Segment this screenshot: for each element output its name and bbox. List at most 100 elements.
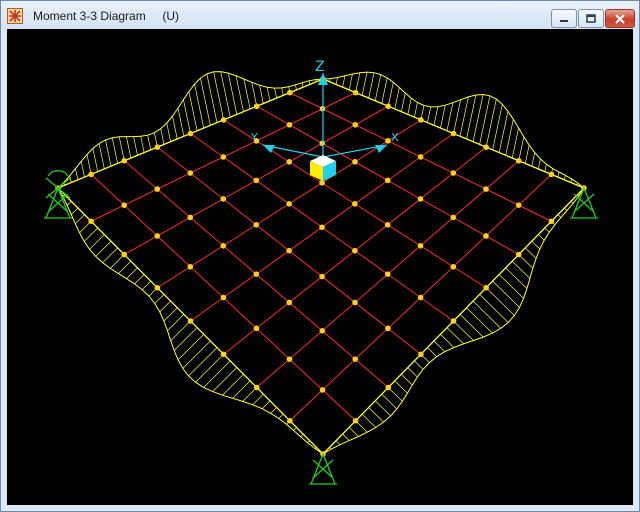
moment-hatch <box>361 413 377 428</box>
moment-hatch <box>252 393 264 406</box>
joint-dot <box>385 384 392 391</box>
moment-hatch <box>167 314 185 331</box>
moment-hatch <box>278 413 284 419</box>
moment-hatch <box>342 75 346 88</box>
moment-hatch <box>86 154 92 175</box>
joint-dot <box>121 251 128 258</box>
moment-hatch <box>266 87 271 101</box>
joint-dot <box>352 89 359 96</box>
maximize-button[interactable] <box>578 9 604 28</box>
moment-hatch <box>388 387 403 402</box>
moment-hatch <box>183 99 191 134</box>
joint-dot <box>253 384 260 391</box>
moment-hatch <box>141 280 151 290</box>
joint-dot <box>483 144 489 150</box>
moment-hatch <box>203 360 231 388</box>
moment-hatch <box>89 234 105 250</box>
joint-dot <box>220 351 227 358</box>
joint-dot <box>286 247 292 254</box>
moment-hatch <box>505 119 514 156</box>
joint-dot <box>319 328 326 334</box>
moment-hatch <box>538 234 545 241</box>
window-title: Moment 3-3 Diagram (U) <box>33 9 179 23</box>
moment-hatch <box>525 247 537 259</box>
moment-hatch <box>394 380 408 394</box>
minimize-button[interactable] <box>551 9 577 28</box>
moment-diagram-canvas[interactable]: Z Y X <box>7 29 633 505</box>
moment-hatch <box>368 72 375 99</box>
joint-dot <box>187 263 194 270</box>
moment-hatch <box>274 88 277 99</box>
moment-hatch <box>251 82 258 107</box>
joint-dot <box>154 144 161 150</box>
moment-hatch <box>498 274 524 299</box>
moment-diagram <box>57 71 585 455</box>
joint-dot <box>286 201 292 207</box>
joint-dot <box>515 157 522 164</box>
joint-dot <box>352 121 359 128</box>
moment-hatch <box>479 294 509 323</box>
title-bar[interactable]: Moment 3-3 Diagram (U) <box>1 1 639 29</box>
joint-dot <box>220 117 227 123</box>
moment-hatch <box>173 327 198 351</box>
window-title-text: Moment 3-3 Diagram <box>33 9 146 23</box>
moment-hatch <box>177 108 185 137</box>
moment-hatch <box>368 407 384 423</box>
joint-dot <box>286 299 293 306</box>
joint-dot <box>286 121 293 128</box>
joint-dot <box>88 218 94 225</box>
joint-dot <box>352 356 359 362</box>
joint-dot <box>483 284 489 291</box>
moment-hatch <box>348 74 353 90</box>
moment-hatch <box>348 427 359 437</box>
moment-hatch <box>505 267 528 289</box>
joint-dot <box>286 356 293 362</box>
joint-dot <box>483 186 489 192</box>
moment-hatch <box>242 387 257 402</box>
moment-hatch <box>194 84 205 129</box>
moment-hatch <box>524 145 530 164</box>
moment-hatch <box>220 71 231 118</box>
x-axis-label: X <box>391 131 399 144</box>
moment-hatch <box>374 400 391 417</box>
moment-hatch <box>126 267 138 279</box>
moment-hatch <box>433 340 446 352</box>
joint-dot <box>187 130 194 137</box>
moment-hatch <box>440 334 455 348</box>
moment-hatch <box>259 85 264 104</box>
app-window: Moment 3-3 Diagram (U) Z Y X <box>0 0 640 512</box>
joint-dot <box>450 318 457 324</box>
model-viewport[interactable]: Z Y X <box>7 29 633 505</box>
joint-dot <box>220 294 227 301</box>
moment-hatch <box>160 128 165 145</box>
joint-dot <box>352 201 358 207</box>
moment-hatch <box>427 347 437 357</box>
moment-hatch <box>105 139 112 167</box>
moment-hatch <box>177 334 204 361</box>
moment-hatch <box>66 201 72 206</box>
moment-hatch <box>301 82 304 88</box>
moment-hatch <box>71 207 79 215</box>
moment-hatch <box>440 105 446 129</box>
app-icon[interactable] <box>7 8 23 24</box>
moment-hatch <box>433 106 439 126</box>
joint-dot <box>385 103 392 110</box>
joint-dot <box>384 177 391 184</box>
close-button[interactable] <box>605 9 635 28</box>
joint-dot <box>286 159 293 165</box>
moment-hatch <box>159 300 171 313</box>
moment-hatch <box>459 96 469 137</box>
moment-hatch <box>75 168 79 180</box>
global-axes: Z Y X <box>250 59 399 181</box>
joint-dot <box>220 196 227 202</box>
joint-dot <box>187 214 194 221</box>
x-arrow-icon <box>375 145 387 153</box>
joint-dot <box>121 202 127 208</box>
joint-dot <box>154 284 161 291</box>
moment-hatch <box>335 77 338 85</box>
joint-dot <box>418 117 424 123</box>
moment-hatch <box>134 274 145 285</box>
moment-hatch <box>166 123 171 142</box>
moment-hatch <box>381 393 398 410</box>
moment-hatch <box>518 136 525 161</box>
